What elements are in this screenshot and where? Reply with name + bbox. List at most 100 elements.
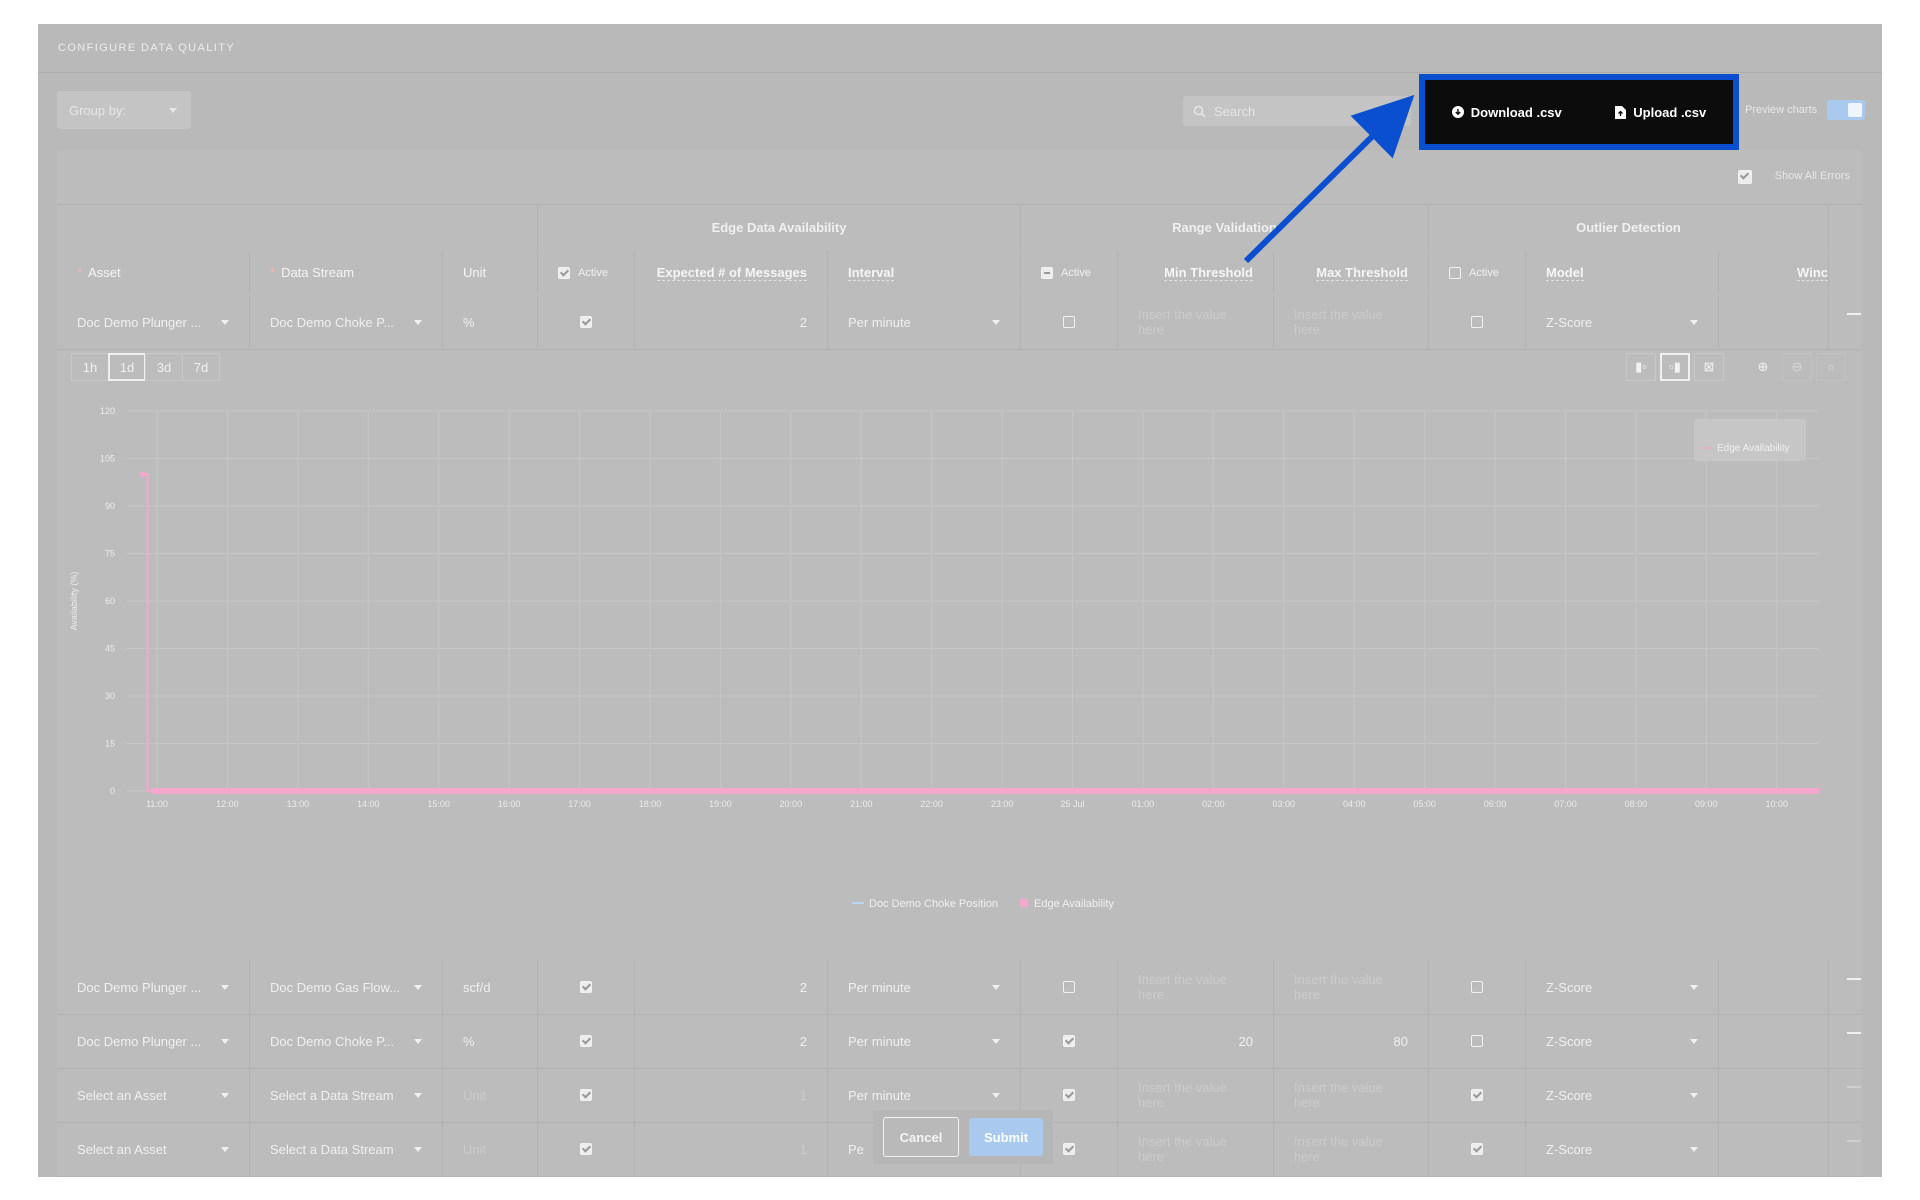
min-threshold-input[interactable]: Insert the value here [1118, 1068, 1274, 1122]
expected-messages-input[interactable]: 2 [635, 1014, 828, 1068]
zoom-reset-icon[interactable]: ⌕ [1816, 353, 1846, 381]
interval-select-value: Per minute [848, 1033, 911, 1049]
asset-select[interactable]: Doc Demo Plunger ... [57, 960, 250, 1014]
expected-messages-input-value: 1 [799, 1141, 807, 1157]
data-stream-select[interactable]: Select a Data Stream [250, 1068, 443, 1122]
legend-item-edge-availability[interactable]: Edge Availability [1034, 898, 1114, 910]
od-active-checkbox[interactable] [1429, 1014, 1526, 1068]
hide-chart-icon[interactable]: ⊠ [1694, 353, 1724, 381]
delete-row-button[interactable] [1829, 1014, 1869, 1068]
data-stream-select[interactable]: Doc Demo Choke P... [250, 1014, 443, 1068]
delete-row-button[interactable] [1829, 1068, 1869, 1122]
eda-active-all-checkbox[interactable] [558, 266, 570, 279]
expected-messages-input[interactable]: 2 [635, 960, 828, 1014]
checkbox[interactable] [580, 981, 592, 993]
checkbox[interactable] [1063, 1089, 1075, 1101]
layout-right-icon[interactable]: ▫▮ [1660, 353, 1690, 381]
show-all-errors-checkbox[interactable] [1738, 170, 1752, 184]
eda-active-checkbox[interactable] [538, 960, 635, 1014]
checkbox[interactable] [1471, 316, 1483, 328]
od-active-checkbox[interactable] [1429, 1068, 1526, 1122]
checkbox[interactable] [580, 316, 592, 328]
legend-item-choke-position[interactable]: Doc Demo Choke Position [869, 898, 998, 910]
col-od-active[interactable]: Active [1429, 251, 1526, 294]
min-threshold-input[interactable]: Insert the value here [1118, 1122, 1274, 1176]
chart-legend: Doc Demo Choke Position Edge Availability [852, 898, 1114, 910]
col-expected: Expected # of Messages [635, 251, 828, 294]
search-input[interactable]: Search [1183, 96, 1411, 126]
rv-active-all-checkbox[interactable] [1041, 266, 1053, 279]
range-3d-button[interactable]: 3d [145, 353, 183, 381]
asset-select[interactable]: Select an Asset [57, 1068, 250, 1122]
od-active-checkbox[interactable] [1429, 1122, 1526, 1176]
checkbox[interactable] [580, 1143, 592, 1155]
layout-left-icon[interactable]: ▮▫ [1626, 353, 1656, 381]
od-active-checkbox[interactable] [1429, 960, 1526, 1014]
checkbox[interactable] [1063, 981, 1075, 993]
asset-select[interactable]: Doc Demo Plunger ... [57, 1014, 250, 1068]
checkbox[interactable] [1471, 1035, 1483, 1047]
eda-active-checkbox[interactable] [538, 1014, 635, 1068]
cancel-button[interactable]: Cancel [883, 1117, 959, 1157]
model-select[interactable]: Z-Score [1526, 1068, 1719, 1122]
max-threshold-input[interactable]: 80 [1274, 1014, 1429, 1068]
max-threshold-input[interactable]: Insert the value here [1274, 1122, 1429, 1176]
model-select[interactable]: Z-Score [1526, 1122, 1719, 1176]
range-7d-button[interactable]: 7d [182, 353, 220, 381]
col-eda-active[interactable]: Active [538, 251, 635, 294]
checkbox[interactable] [1063, 1143, 1075, 1155]
col-rv-active[interactable]: Active [1021, 251, 1118, 294]
download-csv-button[interactable]: Download .csv [1451, 105, 1562, 120]
data-stream-select[interactable]: Select a Data Stream [250, 1122, 443, 1176]
model-select[interactable]: Z-Score [1526, 1014, 1719, 1068]
od-active-all-checkbox[interactable] [1449, 266, 1461, 279]
window-input[interactable] [1719, 1122, 1829, 1176]
checkbox[interactable] [580, 1035, 592, 1047]
expected-messages-input-value: 2 [799, 1033, 807, 1049]
model-select[interactable]: Z-Score [1526, 960, 1719, 1014]
submit-button[interactable]: Submit [969, 1118, 1043, 1156]
window-input[interactable] [1719, 1068, 1829, 1122]
max-threshold-input[interactable]: Insert the value here [1274, 1068, 1429, 1122]
range-1d-button[interactable]: 1d [108, 353, 146, 381]
checkbox[interactable] [1063, 1035, 1075, 1047]
availability-chart: 0 15 30 45 60 75 90 105 120 11:00 12:00 13:00 14:00 1… [69, 406, 1819, 809]
max-threshold-input[interactable]: Insert the value here [1274, 960, 1429, 1014]
zoom-out-icon[interactable]: ⊖ [1782, 353, 1812, 381]
checkbox[interactable] [1471, 1143, 1483, 1155]
unit-field-value: % [463, 1033, 475, 1049]
group-by-label: Group by: [69, 102, 127, 118]
expected-messages-input[interactable]: 1 [635, 1068, 828, 1122]
interval-select[interactable]: Per minute [828, 1014, 1021, 1068]
window-input[interactable] [1719, 960, 1829, 1014]
delete-row-button[interactable] [1829, 1122, 1869, 1176]
expected-messages-input[interactable]: 1 [635, 1122, 828, 1176]
upload-csv-button[interactable]: Upload .csv [1615, 105, 1706, 120]
delete-row-button[interactable] [1829, 960, 1869, 1014]
legend-swatch-edge[interactable] [1020, 899, 1028, 907]
model-select-value: Z-Score [1546, 1087, 1593, 1103]
series-point [139, 471, 146, 478]
col-asset[interactable]: * Asset [57, 251, 250, 294]
checkbox[interactable] [580, 1089, 592, 1101]
eda-active-checkbox[interactable] [538, 1122, 635, 1176]
preview-charts-toggle[interactable] [1827, 100, 1865, 120]
min-threshold-input[interactable]: 20 [1118, 1014, 1274, 1068]
eda-active-checkbox[interactable] [538, 1068, 635, 1122]
window-input[interactable] [1719, 1014, 1829, 1068]
min-threshold-input[interactable]: Insert the value here [1118, 960, 1274, 1014]
checkbox[interactable] [1471, 1089, 1483, 1101]
checkbox[interactable] [1471, 981, 1483, 993]
data-stream-select[interactable]: Doc Demo Gas Flow... [250, 960, 443, 1014]
range-1h-button[interactable]: 1h [71, 353, 109, 381]
checkbox[interactable] [1063, 316, 1075, 328]
table-row: Doc Demo Plunger ... Doc Demo Gas Flow...… [57, 960, 1862, 1015]
asset-select[interactable]: Select an Asset [57, 1122, 250, 1176]
zoom-in-icon[interactable]: ⊕ [1748, 353, 1778, 381]
col-data-stream[interactable]: * Data Stream [250, 251, 443, 294]
group-by-dropdown[interactable]: Group by: [57, 91, 191, 129]
rv-active-checkbox[interactable] [1021, 1014, 1118, 1068]
rv-active-checkbox[interactable] [1021, 960, 1118, 1014]
interval-select[interactable]: Per minute [828, 960, 1021, 1014]
model-select-value: Z-Score [1546, 1033, 1593, 1049]
